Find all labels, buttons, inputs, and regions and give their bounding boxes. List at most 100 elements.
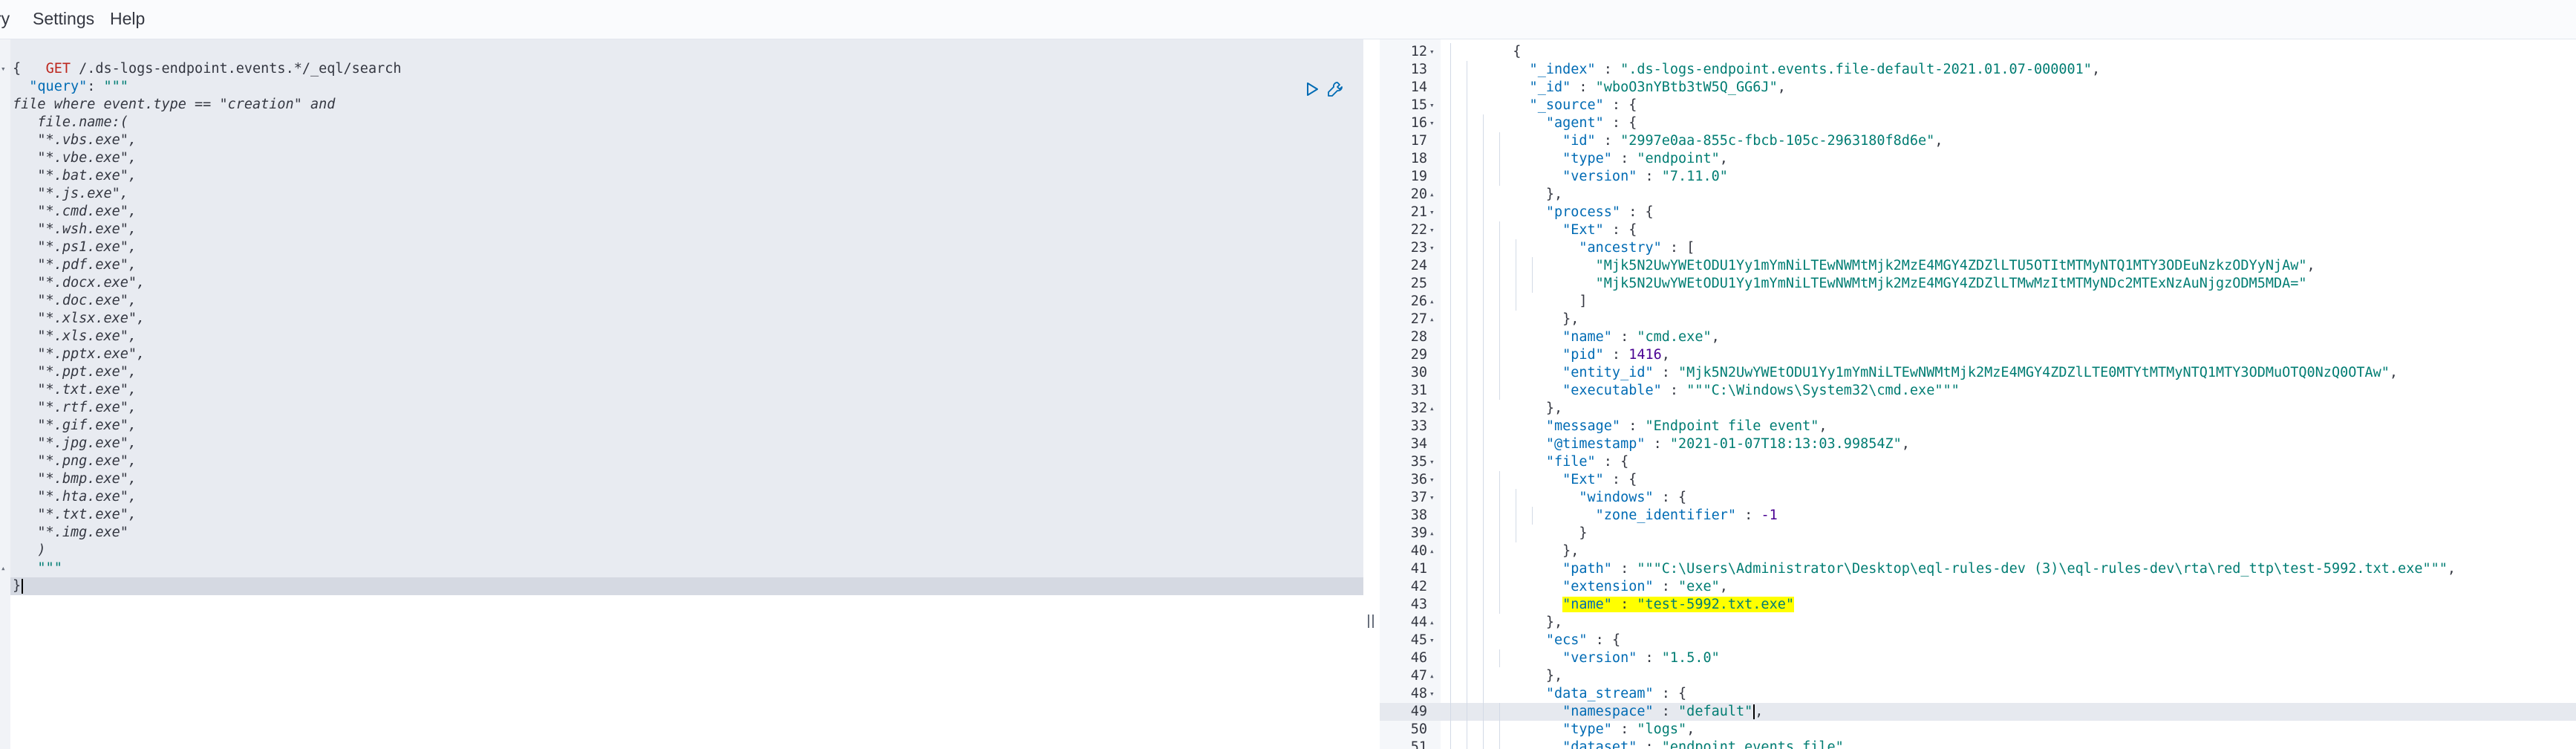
request-code-line[interactable]: "*.xls.exe", [13, 328, 137, 346]
response-code-line[interactable]: 35 ▾ "file" : { [1380, 453, 2576, 471]
request-code-line[interactable]: "*.png.exe", [13, 453, 137, 470]
fold-toggle-icon[interactable]: ▾ [1429, 221, 1435, 239]
request-code-line[interactable]: "*.ps1.exe", [13, 239, 137, 256]
response-code-line[interactable]: 45 ▾ "ecs" : { [1380, 632, 2576, 649]
response-code-line[interactable]: 24 "Mjk5N2UwYWEtODU1Yy1mYmNiLTEwNWMtMjk2… [1380, 257, 2576, 275]
request-code-line[interactable]: "*.wsh.exe", [13, 221, 137, 239]
response-code-line[interactable]: 33 "message" : "Endpoint file event", [1380, 418, 2576, 435]
request-code-line[interactable]: "*.txt.exe", [13, 506, 137, 524]
response-code-line[interactable]: 13 "_index" : ".ds-logs-endpoint.events.… [1380, 61, 2576, 79]
response-code-line[interactable]: 46 "version" : "1.5.0" [1380, 649, 2576, 667]
response-code-line[interactable]: 19 "version" : "7.11.0" [1380, 168, 2576, 186]
response-code-line[interactable]: 49 "namespace" : "default", [1380, 703, 2576, 721]
fold-toggle-icon[interactable]: ▾ [1429, 204, 1435, 221]
response-viewer[interactable]: 12 ▾ {13 "_index" : ".ds-logs-endpoint.ev… [1380, 39, 2576, 749]
splitter-handle[interactable] [1366, 613, 1375, 629]
response-code-line[interactable]: 12 ▾ { [1380, 43, 2576, 61]
fold-toggle-icon[interactable]: ▾ [1429, 453, 1435, 471]
response-code-line[interactable]: 23 ▾ "ancestry" : [ [1380, 239, 2576, 257]
request-code-line[interactable]: "*.hta.exe", [13, 488, 137, 506]
fold-toggle-icon[interactable]: ▴ [1429, 293, 1435, 311]
response-code-line[interactable]: 42 "extension" : "exe", [1380, 578, 2576, 596]
fold-toggle-icon[interactable]: ▴ [1, 563, 6, 573]
menu-query[interactable]: ry [0, 9, 10, 29]
request-code-line[interactable]: "*.cmd.exe", [13, 203, 137, 221]
response-code-line[interactable]: 22 ▾ "Ext" : { [1380, 221, 2576, 239]
menu-help[interactable]: Help [110, 9, 145, 29]
request-code-line[interactable]: file where event.type == "creation" and [13, 96, 335, 114]
request-options-button[interactable] [1326, 80, 1344, 98]
response-code-line[interactable]: 20 ▴ }, [1380, 186, 2576, 204]
request-code-line[interactable]: "*.ppt.exe", [13, 363, 137, 381]
run-request-button[interactable] [1304, 81, 1320, 97]
response-code-line[interactable]: 36 ▾ "Ext" : { [1380, 471, 2576, 489]
response-code-line[interactable]: 30 "entity_id" : "Mjk5N2UwYWEtODU1Yy1mYm… [1380, 364, 2576, 382]
request-code-line[interactable]: } [13, 577, 24, 595]
response-code-line[interactable]: 27 ▴ }, [1380, 311, 2576, 328]
request-code-line[interactable]: "*.img.exe" [13, 524, 128, 542]
request-code-line[interactable]: "*.gif.exe", [13, 417, 137, 435]
response-code-line[interactable]: 17 "id" : "2997e0aa-855c-fbcb-105c-29631… [1380, 132, 2576, 150]
response-code-line[interactable]: 38 "zone_identifier" : -1 [1380, 507, 2576, 525]
response-code-line[interactable]: 31 "executable" : """C:\Windows\System32… [1380, 382, 2576, 400]
request-code-line[interactable]: "*.vbs.exe", [13, 132, 137, 149]
fold-toggle-icon[interactable]: ▴ [1429, 186, 1435, 204]
response-code-line[interactable]: 26 ▴ ] [1380, 293, 2576, 311]
request-code-line[interactable]: "*.txt.exe", [13, 381, 137, 399]
response-code-line[interactable]: 43 "name" : "test-5992.txt.exe" [1380, 596, 2576, 614]
response-code-line[interactable]: 37 ▾ "windows" : { [1380, 489, 2576, 507]
response-code-line[interactable]: 28 "name" : "cmd.exe", [1380, 328, 2576, 346]
response-code-line[interactable]: 34 "@timestamp" : "2021-01-07T18:13:03.9… [1380, 435, 2576, 453]
response-code-line[interactable]: 14 "_id" : "wboO3nYBtb3tW5Q_GG6J", [1380, 79, 2576, 97]
fold-toggle-icon[interactable]: ▴ [1429, 542, 1435, 560]
response-code-line[interactable]: 21 ▾ "process" : { [1380, 204, 2576, 221]
fold-toggle-icon[interactable]: ▾ [1429, 97, 1435, 114]
request-code-line[interactable]: { [13, 60, 21, 78]
fold-toggle-icon[interactable]: ▾ [1429, 239, 1435, 257]
fold-toggle-icon[interactable]: ▾ [1429, 114, 1435, 132]
fold-toggle-icon[interactable]: ▴ [1429, 400, 1435, 418]
response-code-line[interactable]: 41 "path" : """C:\Users\Administrator\De… [1380, 560, 2576, 578]
response-code-line[interactable]: 15 ▾ "_source" : { [1380, 97, 2576, 114]
request-code-line[interactable]: "*.pptx.exe", [13, 346, 145, 363]
fold-toggle-icon[interactable]: ▾ [1, 64, 6, 74]
response-code-line[interactable]: 16 ▾ "agent" : { [1380, 114, 2576, 132]
response-code-line[interactable]: 50 "type" : "logs", [1380, 721, 2576, 739]
fold-toggle-icon[interactable]: ▾ [1429, 685, 1435, 703]
request-code-line[interactable]: ) [13, 542, 45, 560]
menu-settings[interactable]: Settings [33, 9, 94, 29]
request-code-line[interactable]: "*.rtf.exe", [13, 399, 137, 417]
response-code-line[interactable]: 51 "dataset" : "endpoint.events.file" [1380, 739, 2576, 749]
response-code-line[interactable]: 44 ▴ }, [1380, 614, 2576, 632]
fold-toggle-icon[interactable]: ▾ [1429, 471, 1435, 489]
request-code-line[interactable]: "*.bat.exe", [13, 167, 137, 185]
response-code-line[interactable]: 25 "Mjk5N2UwYWEtODU1Yy1mYmNiLTEwNWMtMjk2… [1380, 275, 2576, 293]
fold-toggle-icon[interactable]: ▾ [1429, 489, 1435, 507]
response-code-line[interactable]: 48 ▾ "data_stream" : { [1380, 685, 2576, 703]
fold-toggle-icon[interactable]: ▴ [1429, 525, 1435, 542]
response-code-line[interactable]: 40 ▴ }, [1380, 542, 2576, 560]
request-code-line[interactable]: "*.vbe.exe", [13, 149, 137, 167]
fold-toggle-icon[interactable]: ▴ [1429, 614, 1435, 632]
response-code-line[interactable]: 32 ▴ }, [1380, 400, 2576, 418]
request-code-line[interactable]: """ [13, 560, 62, 577]
request-code-line[interactable]: "*.docx.exe", [13, 274, 145, 292]
response-code-line[interactable]: 29 "pid" : 1416, [1380, 346, 2576, 364]
response-code-line[interactable]: 47 ▴ }, [1380, 667, 2576, 685]
response-code-line[interactable]: 39 ▴ } [1380, 525, 2576, 542]
request-code-line[interactable]: "*.bmp.exe", [13, 470, 137, 488]
fold-toggle-icon[interactable]: ▴ [1429, 667, 1435, 685]
request-code-line[interactable]: "*.pdf.exe", [13, 256, 137, 274]
response-code-line[interactable]: 18 "type" : "endpoint", [1380, 150, 2576, 168]
request-editor[interactable]: GET /.ds-logs-endpoint.events.*/_eql/sea… [0, 39, 1363, 749]
fold-toggle-icon[interactable]: ▾ [1429, 43, 1435, 61]
request-code-line[interactable]: "*.jpg.exe", [13, 435, 137, 453]
fold-toggle-icon[interactable]: ▴ [1429, 311, 1435, 328]
pane-splitter[interactable] [1363, 39, 1380, 749]
request-code-line[interactable]: "query": """ [13, 78, 128, 96]
request-code-area[interactable] [10, 39, 1363, 595]
request-code-line[interactable]: file.name:( [13, 114, 128, 132]
request-code-line[interactable]: "*.xlsx.exe", [13, 310, 145, 328]
request-line[interactable]: GET /.ds-logs-endpoint.events.*/_eql/sea… [13, 42, 402, 77]
request-code-line[interactable]: "*.doc.exe", [13, 292, 137, 310]
